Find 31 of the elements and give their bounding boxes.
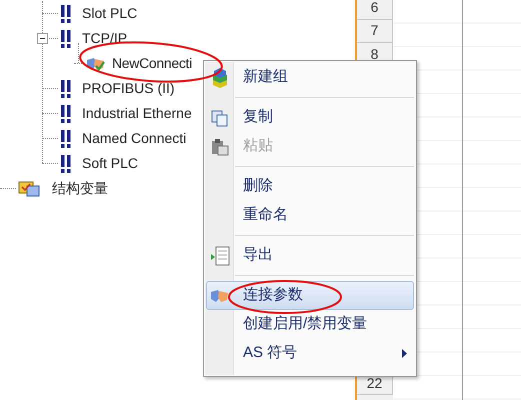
connection-icon [86, 56, 106, 72]
menu-item[interactable]: 重命名 [206, 201, 414, 230]
exclamation-icon [60, 4, 72, 22]
menu-item[interactable]: AS 符号 [206, 339, 414, 368]
tree-item[interactable]: Slot PLC [80, 3, 140, 24]
collapse-toggle[interactable] [37, 33, 48, 44]
export-icon [210, 246, 230, 266]
layers-icon [211, 68, 229, 88]
tree-item[interactable]: Soft PLC [80, 153, 140, 174]
exclamation-icon [60, 104, 72, 122]
menu-item[interactable]: 删除 [206, 172, 414, 201]
row-number: 7 [357, 20, 393, 43]
tree-item[interactable]: PROFIBUS (II) [80, 78, 177, 99]
menu-item[interactable]: 创建启用/禁用变量 [206, 310, 414, 339]
structure-icon [18, 180, 42, 198]
tree-item[interactable]: 结构变量 [50, 178, 110, 199]
menu-item[interactable]: 导出 [206, 241, 414, 270]
tree-item[interactable]: NewConnecti [110, 53, 194, 74]
row-number: 6 [357, 0, 393, 20]
tree-item[interactable]: Industrial Etherne [80, 103, 194, 124]
connection-icon [210, 288, 230, 304]
menu-item[interactable]: 连接参数 [206, 281, 414, 310]
exclamation-icon [60, 130, 72, 148]
copy-icon [211, 108, 229, 126]
tree-item[interactable]: Named Connecti [80, 128, 188, 149]
exclamation-icon [60, 80, 72, 98]
exclamation-icon [60, 154, 72, 172]
paste-icon [211, 138, 229, 156]
menu-item[interactable]: 复制 [206, 103, 414, 132]
tree-item[interactable]: TCP/IP [80, 28, 130, 49]
exclamation-icon [60, 30, 72, 48]
